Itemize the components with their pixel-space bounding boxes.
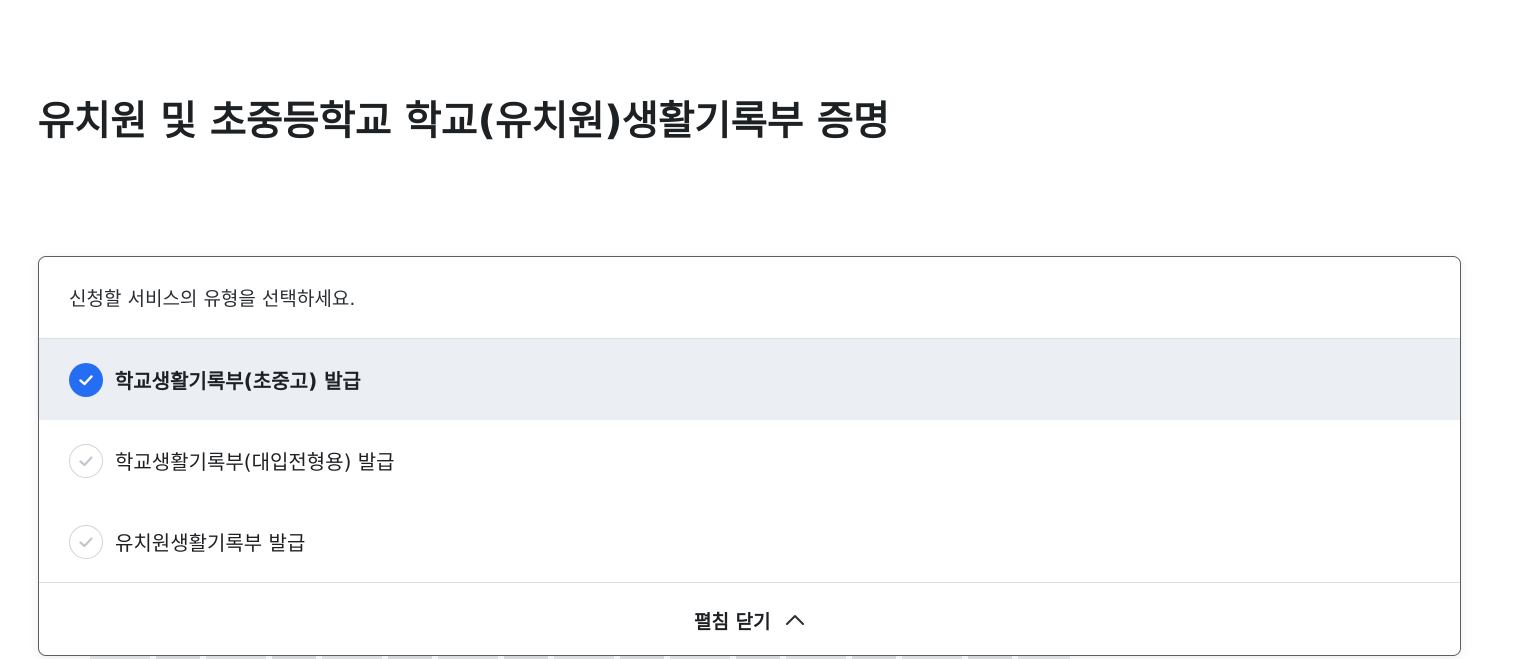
service-type-options: 학교생활기록부(초중고) 발급 학교생활기록부(대입전형용) 발급 유치원생활기… [39,339,1460,583]
collapse-button[interactable]: 펼침 닫기 [39,583,1460,655]
check-circle-icon [69,524,103,559]
service-type-dropdown-panel: 신청할 서비스의 유형을 선택하세요. 학교생활기록부(초중고) 발급 학교생활… [38,256,1461,656]
collapse-label: 펼침 닫기 [694,610,771,633]
option-school-record-elem-mid-high[interactable]: 학교생활기록부(초중고) 발급 [39,339,1460,420]
check-circle-icon [69,443,103,478]
option-label: 학교생활기록부(초중고) 발급 [115,369,362,393]
option-label: 학교생활기록부(대입전형용) 발급 [115,450,395,474]
page-title: 유치원 및 초중등학교 학교(유치원)생활기록부 증명 [38,98,890,144]
chevron-up-icon [785,614,805,626]
service-type-prompt: 신청할 서비스의 유형을 선택하세요. [39,257,1460,339]
check-circle-icon [69,362,103,397]
page: 유치원 및 초중등학교 학교(유치원)생활기록부 증명 신청할 서비스의 유형을… [0,0,1534,659]
option-label: 유치원생활기록부 발급 [115,531,306,555]
option-school-record-admission[interactable]: 학교생활기록부(대입전형용) 발급 [39,420,1460,501]
option-kindergarten-record[interactable]: 유치원생활기록부 발급 [39,501,1460,582]
